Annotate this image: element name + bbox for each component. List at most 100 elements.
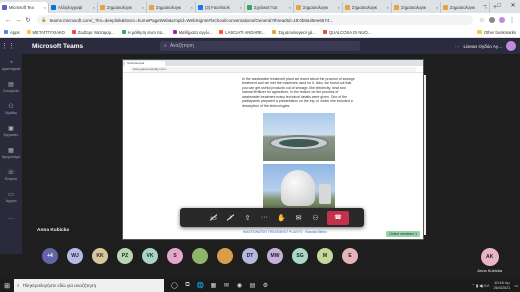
participant-avatar[interactable]: +4: [42, 248, 58, 264]
participant-avatar[interactable]: PZ: [117, 248, 133, 264]
taskbar-app-icon[interactable]: ◯: [168, 279, 181, 292]
app-launcher-icon[interactable]: ⋮⋮: [0, 42, 16, 50]
avatar[interactable]: [506, 41, 516, 51]
app-rail: ◔ Δραστηριότ ▤ Συνομιλία ⚇ Ομάδες ▣ Εργασίες ▦ Ημ…: [0, 54, 22, 254]
rail-icon: ▦: [8, 148, 14, 154]
favicon-icon: [443, 5, 448, 10]
menu-icon[interactable]: ⋮: [507, 16, 517, 24]
participants-button[interactable]: ⚇: [307, 210, 324, 225]
participant-avatar[interactable]: M: [317, 248, 333, 264]
browser-tab[interactable]: Σημασιολογικ ×: [294, 2, 343, 13]
chevron-up-icon[interactable]: ⌃: [472, 283, 475, 288]
rail-item[interactable]: ☏ Κλήσεις: [0, 164, 22, 186]
close-icon[interactable]: ×: [44, 5, 46, 10]
rail-item[interactable]: ◔ Δραστηριότ: [0, 54, 22, 76]
participant-avatar[interactable]: SG: [292, 248, 308, 264]
notifications-icon[interactable]: ▭: [514, 283, 518, 288]
bookmark-label: Apps: [10, 29, 20, 35]
back-icon[interactable]: ←: [3, 17, 13, 24]
url-text: teams.microsoft.com/_?lm=deeplink&lmsrc=…: [49, 17, 334, 23]
bookmark-label: LASCIATI ANDARE...: [225, 29, 266, 35]
bookmark-item[interactable]: ΖωΖαρι: Μεταφορ...: [71, 30, 115, 35]
browser-tab[interactable]: Σημασιολογικ ×: [98, 2, 147, 13]
rail-item[interactable]: ▭ Αρχεία: [0, 186, 22, 208]
close-icon[interactable]: ×: [191, 5, 193, 10]
profile-icon[interactable]: [499, 17, 505, 23]
clock[interactable]: 10:16 πμ 26/4/2021: [494, 281, 511, 290]
participant-avatar[interactable]: VK: [142, 248, 158, 264]
share-button[interactable]: ⇪: [239, 210, 256, 225]
raise-hand-button[interactable]: ✋: [273, 210, 290, 225]
browser-tab[interactable]: Σημασιολογικ ×: [392, 2, 441, 13]
taskbar-app-icon[interactable]: ⧉: [181, 279, 194, 292]
volume-icon[interactable]: ◀): [479, 283, 483, 288]
bookmark-item[interactable]: QUALCOSA DI NUO...: [322, 30, 371, 35]
rail-item[interactable]: ▣ Εργασίες: [0, 120, 22, 142]
rail-item[interactable]: ⚇ Ομάδες: [0, 98, 22, 120]
bookmark-item[interactable]: ΜΕΤΑΠΤΥΧΙΑΚΟ: [26, 30, 65, 35]
taskbar-app-icon[interactable]: ✉: [220, 279, 233, 292]
taskbar-app-icon[interactable]: ▦: [207, 279, 220, 292]
network-icon[interactable]: ▮: [476, 283, 478, 288]
close-icon[interactable]: ×: [142, 5, 144, 10]
participant-avatar[interactable]: WJ: [67, 248, 83, 264]
participant-avatar[interactable]: S: [167, 248, 183, 264]
bookmark-label: Σημασιολογικοί χά...: [278, 29, 316, 35]
participant-avatar[interactable]: [217, 248, 233, 264]
bookmark-item[interactable]: Η μάθηση είναι πα...: [121, 30, 166, 35]
rail-item[interactable]: ···: [0, 208, 22, 230]
taskbar-app-icon[interactable]: ▤: [246, 279, 259, 292]
browser-tab[interactable]: Σημασιολογικ ×: [343, 2, 392, 13]
browser-tab[interactable]: Microsoft Tea ×: [0, 2, 49, 13]
bookmark-item[interactable]: Apps: [4, 30, 20, 35]
chat-button[interactable]: ✉: [290, 210, 307, 225]
taskbar-app-icon[interactable]: ◉: [233, 279, 246, 292]
browser-tab[interactable]: Σχολικοί Γιατ ×: [245, 2, 294, 13]
participant-avatar[interactable]: DT: [242, 248, 258, 264]
participant-avatar[interactable]: KK: [92, 248, 108, 264]
mic-off-button[interactable]: ♪: [222, 210, 239, 225]
language-indicator[interactable]: ΕΛ: [484, 284, 489, 288]
rail-item[interactable]: ▦ Ημερολόγιο: [0, 142, 22, 164]
extension-icon[interactable]: [489, 17, 495, 23]
bookmark-item[interactable]: Μαθήματα αγγλι...: [172, 30, 212, 35]
taskbar-search-input[interactable]: ⌕ Πληκτρολογήστε εδώ για αναζήτηση: [14, 279, 164, 292]
participant-avatar[interactable]: MW: [267, 248, 283, 264]
close-icon[interactable]: ×: [338, 5, 340, 10]
close-icon[interactable]: ×: [289, 5, 291, 10]
windows-start-icon[interactable]: ⊞: [0, 279, 14, 292]
browser-tab[interactable]: Αλληλογραφί ×: [49, 2, 98, 13]
browser-tab[interactable]: (3) Facebook ×: [196, 2, 245, 13]
forward-icon[interactable]: →: [13, 17, 23, 24]
participant-avatar[interactable]: [192, 248, 208, 264]
taskbar-app-icon[interactable]: ⚙: [259, 279, 272, 292]
more-options-icon[interactable]: ···: [455, 44, 460, 49]
bookmark-item[interactable]: LASCIATI ANDARE...: [219, 30, 265, 35]
self-view: AK Anna Kubicka: [477, 248, 502, 273]
browser-tab[interactable]: Σημασιολογικ ×: [147, 2, 196, 13]
avatar[interactable]: AK: [480, 248, 499, 266]
org-label[interactable]: Lisean Ογδόο Αγ...: [464, 44, 502, 49]
more-button[interactable]: ···: [256, 210, 273, 225]
search-input[interactable]: ⌕ Αναζήτηση: [160, 41, 360, 51]
leave-call-button[interactable]: ☎: [327, 210, 349, 225]
maximize-icon[interactable]: □: [492, 0, 506, 12]
reload-icon[interactable]: ↻: [23, 16, 33, 24]
star-icon[interactable]: ☆: [477, 16, 487, 24]
close-window-icon[interactable]: ✕: [506, 0, 520, 12]
shared-url: ksenyparea.weebly.com/...: [130, 66, 416, 72]
minimize-icon[interactable]: –: [478, 0, 492, 12]
taskbar-app-icon[interactable]: 🌐: [194, 279, 207, 292]
bookmark-item[interactable]: Σημασιολογικοί χά...: [272, 29, 316, 35]
rail-item[interactable]: ▤ Συνομιλία: [0, 76, 22, 98]
participant-avatar[interactable]: E: [342, 248, 358, 264]
close-icon[interactable]: ×: [240, 5, 242, 10]
participant-strip: +4 WJ KK PZ VK S DT MW SG M E: [22, 241, 520, 271]
close-icon[interactable]: ×: [436, 5, 438, 10]
other-bookmarks[interactable]: Other bookmarks: [476, 30, 516, 35]
address-bar[interactable]: 🔒 teams.microsoft.com/_?lm=deeplink&lmsr…: [37, 15, 473, 25]
close-icon[interactable]: ×: [387, 5, 389, 10]
scrollbar[interactable]: [424, 75, 426, 235]
camera-off-button[interactable]: ▭: [205, 210, 222, 225]
close-icon[interactable]: ×: [93, 5, 95, 10]
